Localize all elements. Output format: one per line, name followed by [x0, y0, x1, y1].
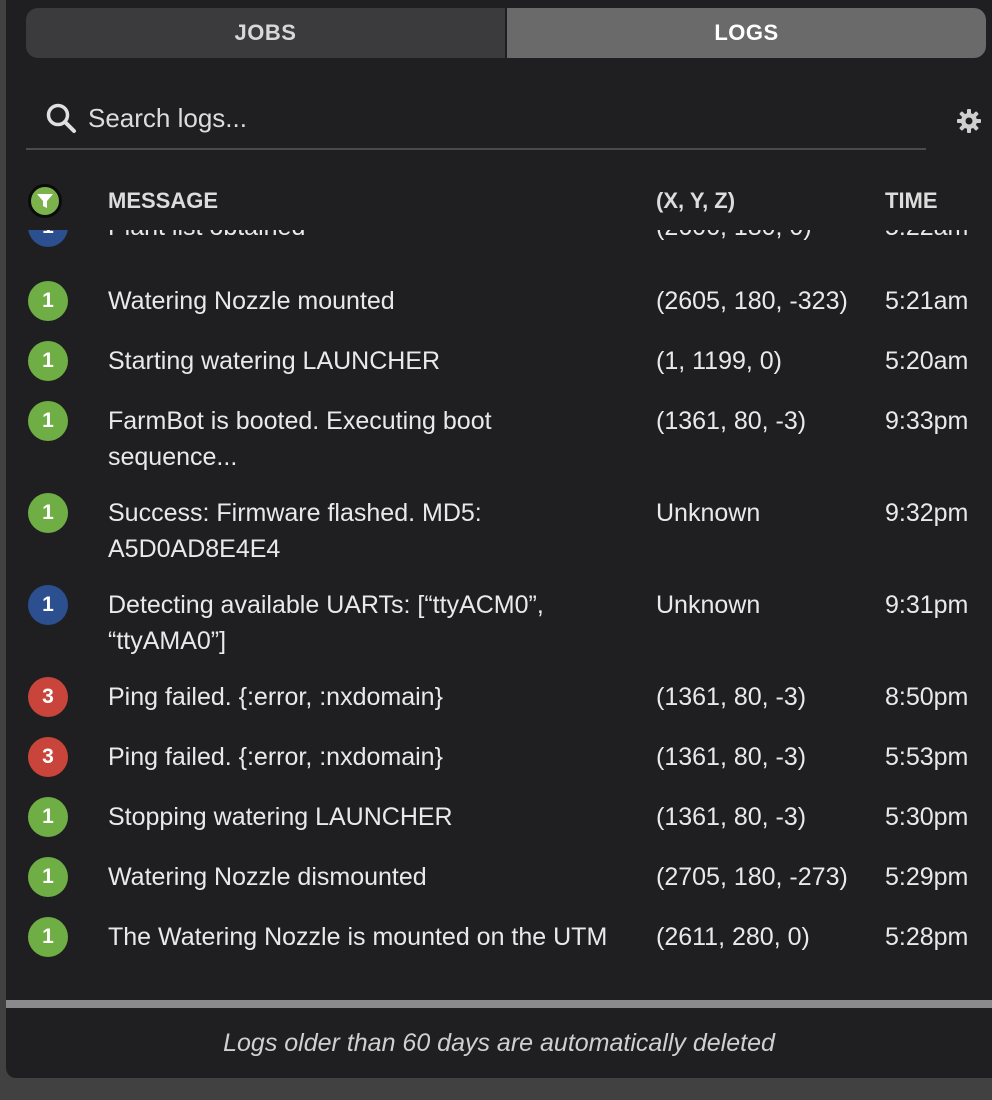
search-icon: [46, 103, 76, 133]
log-time: 9:31pm: [885, 591, 969, 619]
log-level-badge: 1: [28, 797, 68, 837]
log-level-badge: 1: [28, 917, 68, 957]
log-level-badge: 1: [28, 857, 68, 897]
log-time: 9:33pm: [885, 407, 969, 435]
log-message: Ping failed. {:error, :nxdomain}: [108, 683, 443, 711]
table-header: MESSAGE (X, Y, Z) TIME: [6, 178, 992, 224]
log-position: (1361, 80, -3): [656, 743, 807, 771]
filter-button[interactable]: [28, 184, 62, 218]
log-position: (1, 1199, 0): [656, 347, 783, 375]
log-message: Ping failed. {:error, :nxdomain}: [108, 743, 443, 771]
tab-bar: JOBS LOGS: [26, 8, 986, 58]
logs-panel: JOBS LOGS MESSAGE (X, Y, Z): [6, 0, 992, 1078]
log-message: The Watering Nozzle is mounted on the UT…: [108, 923, 608, 951]
log-position: (2605, 180, -323): [656, 287, 848, 315]
log-message: Success: Firmware flashed. MD5: A5D0AD8E…: [108, 499, 482, 563]
log-message: Watering Nozzle mounted: [108, 287, 395, 315]
log-level-badge: 1: [28, 230, 68, 247]
gear-icon[interactable]: [956, 108, 982, 134]
tab-jobs[interactable]: JOBS: [26, 8, 507, 58]
log-time: 5:30pm: [885, 803, 969, 831]
log-position: (2606, 180, 0): [656, 230, 812, 245]
log-message: Stopping watering LAUNCHER: [108, 803, 453, 831]
footer-divider: [6, 1000, 992, 1008]
log-position: (2611, 280, 0): [656, 923, 810, 951]
retention-note: Logs older than 60 days are automaticall…: [223, 1028, 775, 1057]
log-message: Starting watering LAUNCHER: [108, 347, 441, 375]
log-position: (1361, 80, -3): [656, 803, 807, 831]
log-level-badge: 1: [28, 401, 68, 441]
log-time: 5:22am: [885, 230, 968, 245]
header-time[interactable]: TIME: [885, 188, 938, 214]
filter-icon: [37, 194, 53, 208]
log-level-badge: 1: [28, 585, 68, 625]
log-message: Detecting available UARTs: [“ttyACM0”, “…: [108, 591, 544, 655]
log-level-badge: 1: [28, 281, 68, 321]
log-time: 5:21am: [885, 287, 969, 315]
log-position: (1361, 80, -3): [656, 683, 807, 711]
log-message: FarmBot is booted. Executing boot sequen…: [108, 407, 492, 471]
search-input[interactable]: [86, 101, 870, 135]
log-position: Unknown: [656, 499, 761, 527]
log-time: 5:53pm: [885, 743, 969, 771]
log-level-badge: 3: [28, 677, 68, 717]
log-message: Watering Nozzle dismounted: [108, 863, 427, 891]
header-message[interactable]: MESSAGE: [108, 188, 218, 214]
log-time: 5:28pm: [885, 923, 969, 951]
search-bar: [26, 88, 926, 150]
header-xyz[interactable]: (X, Y, Z): [656, 188, 735, 214]
log-level-badge: 1: [28, 341, 68, 381]
log-time: 8:50pm: [885, 683, 969, 711]
log-message: Plant list obtained: [108, 230, 618, 245]
log-time: 9:32pm: [885, 499, 969, 527]
log-list[interactable]: 1 Plant list obtained (2606, 180, 0) 5:2…: [6, 230, 992, 1000]
tab-logs[interactable]: LOGS: [507, 8, 986, 58]
log-time: 5:29pm: [885, 863, 969, 891]
log-level-badge: 1: [28, 493, 68, 533]
log-level-badge: 3: [28, 737, 68, 777]
log-time: 5:20am: [885, 347, 969, 375]
log-position: Unknown: [656, 591, 761, 619]
log-position: (2705, 180, -273): [656, 863, 848, 891]
log-position: (1361, 80, -3): [656, 407, 807, 435]
